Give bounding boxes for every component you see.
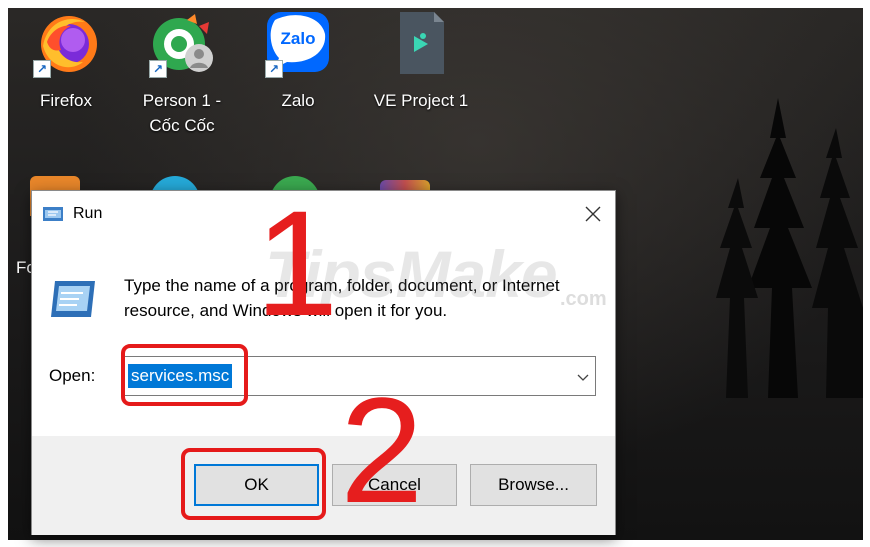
close-icon — [585, 206, 600, 221]
desktop-icon-label: VE Project 1 — [373, 91, 469, 110]
shortcut-arrow-icon: ↗ — [265, 60, 283, 78]
open-label: Open: — [49, 366, 96, 385]
dialog-title: Run — [73, 205, 103, 222]
desktop-icon-label: Firefox — [40, 91, 92, 110]
run-icon — [43, 205, 65, 228]
desktop-icon-coccoc[interactable]: ↗ Person 1 - Cốc Cốc — [134, 12, 230, 138]
tree-silhouette — [716, 98, 863, 398]
run-program-icon — [49, 277, 99, 326]
desktop-icon-label: Zalo — [281, 91, 315, 110]
chevron-down-icon[interactable] — [577, 369, 589, 387]
shortcut-arrow-icon: ↗ — [149, 60, 167, 78]
close-button[interactable] — [570, 191, 615, 236]
shortcut-arrow-icon: ↗ — [33, 60, 51, 78]
desktop-icon-ve-project[interactable]: VE Project 1 — [366, 12, 476, 113]
desktop-icon-zalo[interactable]: Zalo ↗ Zalo — [250, 12, 346, 113]
project-file-icon — [400, 12, 444, 74]
highlight-ok-button — [181, 448, 326, 520]
watermark-suffix: .com — [560, 288, 607, 310]
zalo-logo-text: Zalo — [281, 29, 316, 48]
browse-button[interactable]: Browse... — [470, 464, 597, 506]
desktop-icon-firefox[interactable]: ↗ Firefox — [18, 12, 114, 113]
step-number-1: 1 — [255, 179, 339, 347]
desktop-icon-label: Person 1 - Cốc Cốc — [142, 91, 222, 135]
highlight-input — [121, 344, 248, 406]
step-number-2: 2 — [340, 366, 424, 534]
